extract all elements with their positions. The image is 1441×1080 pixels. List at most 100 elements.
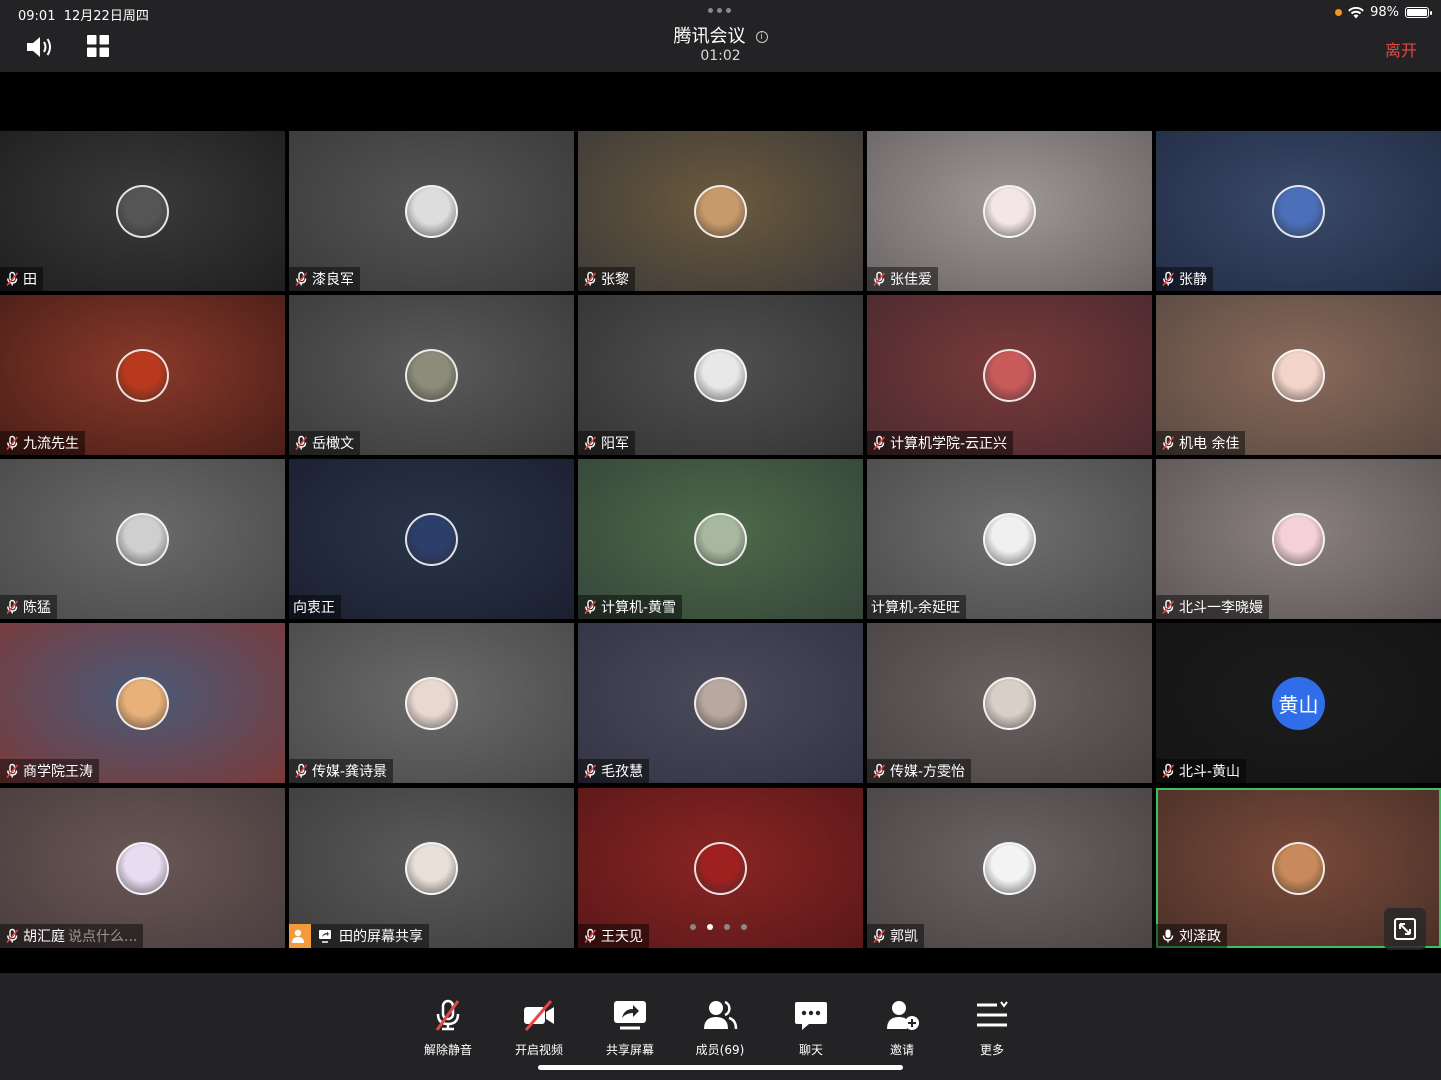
participant-name: 张佳爱 <box>890 272 932 288</box>
avatar <box>694 677 747 730</box>
unmute-button[interactable]: 解除静音 <box>408 997 488 1058</box>
mic-in-use-indicator <box>1335 9 1343 16</box>
participant-tile[interactable]: 田 <box>0 131 285 291</box>
page-dot[interactable] <box>690 924 696 930</box>
share-screen-button[interactable]: 共享屏幕 <box>590 997 670 1058</box>
mic-muted-icon <box>582 599 598 615</box>
participant-tile[interactable]: 胡汇庭 说点什么... <box>0 788 285 948</box>
participant-tile[interactable]: 北斗一李晓嫚 <box>1156 459 1441 619</box>
participant-tile[interactable]: 传媒-方雯怡 <box>867 623 1152 783</box>
participant-tile[interactable]: 阳军 <box>578 295 863 455</box>
mic-muted-icon <box>582 271 598 287</box>
avatar <box>1272 185 1325 238</box>
participant-tile[interactable]: 计算机-余延旺 <box>867 459 1152 619</box>
avatar <box>405 513 458 566</box>
participant-name-bar: 向衷正 <box>289 595 341 619</box>
participant-name-bar: 毛孜慧 <box>578 759 649 783</box>
participant-name-bar: 计算机-余延旺 <box>867 595 967 619</box>
avatar <box>116 185 169 238</box>
participant-name: 田 <box>23 272 37 288</box>
start-video-button[interactable]: 开启视频 <box>499 997 579 1058</box>
more-button[interactable]: 更多 <box>952 997 1032 1058</box>
participant-name-bar: 阳军 <box>578 431 635 455</box>
avatar <box>116 349 169 402</box>
chat-icon <box>795 1002 827 1030</box>
participant-tile[interactable]: 九流先生 <box>0 295 285 455</box>
avatar <box>983 513 1036 566</box>
participant-tile[interactable]: 张静 <box>1156 131 1441 291</box>
page-dot[interactable] <box>724 924 730 930</box>
meeting-title-area[interactable]: 腾讯会议 i <box>0 22 1441 48</box>
participant-name-bar: 北斗一李晓嫚 <box>1156 595 1269 619</box>
participant-tile[interactable]: 郭凯 <box>867 788 1152 948</box>
avatar <box>983 185 1036 238</box>
page-indicator[interactable] <box>690 924 747 930</box>
participant-tile[interactable]: 计算机学院-云正兴 <box>867 295 1152 455</box>
fullscreen-icon[interactable] <box>1384 908 1426 950</box>
invite-label: 邀请 <box>889 1043 914 1057</box>
status-indicators: 98% <box>1335 5 1432 20</box>
mic-muted-icon <box>1160 763 1176 779</box>
mic-muted-icon <box>1160 271 1176 287</box>
participant-tile[interactable]: 陈猛 <box>0 459 285 619</box>
participant-name: 陈猛 <box>23 600 51 616</box>
participant-tile[interactable]: 向衷正 <box>289 459 574 619</box>
participant-name-bar: 机电 余佳 <box>1156 431 1246 455</box>
participant-tile[interactable]: 传媒-龚诗景 <box>289 623 574 783</box>
more-icon <box>977 1001 1008 1027</box>
leave-button[interactable]: 离开 <box>1385 37 1417 61</box>
avatar <box>983 842 1036 895</box>
avatar <box>694 513 747 566</box>
info-icon[interactable]: i <box>755 31 768 43</box>
participant-name-bar: 张佳爱 <box>867 267 938 291</box>
mic-on-icon <box>1160 928 1176 944</box>
participant-name: 北斗-黄山 <box>1179 764 1241 780</box>
avatar <box>694 349 747 402</box>
participant-name-bar: 张静 <box>1156 267 1213 291</box>
participant-name: 计算机-余延旺 <box>871 600 961 616</box>
participant-name: 张静 <box>1179 272 1207 288</box>
chat-button[interactable]: 聊天 <box>771 997 851 1058</box>
participant-name: 阳军 <box>601 436 629 452</box>
participant-name-bar: 胡汇庭 说点什么... <box>0 924 144 948</box>
page-dot[interactable] <box>707 924 713 930</box>
participant-tile[interactable]: 漆良军 <box>289 131 574 291</box>
home-indicator[interactable] <box>538 1065 903 1070</box>
invite-icon <box>887 1001 919 1030</box>
page-dot[interactable] <box>741 924 747 930</box>
participant-tile[interactable]: 商学院王涛 <box>0 623 285 783</box>
participant-tile[interactable]: 黄山 北斗-黄山 <box>1156 623 1441 783</box>
participant-tile[interactable]: 岳橄文 <box>289 295 574 455</box>
participant-name-bar: 传媒-龚诗景 <box>289 759 394 783</box>
mic-muted-icon <box>871 763 887 779</box>
participant-tile[interactable]: 张佳爱 <box>867 131 1152 291</box>
participant-name-bar: 岳橄文 <box>289 431 360 455</box>
avatar <box>1272 513 1325 566</box>
participant-tile[interactable]: 毛孜慧 <box>578 623 863 783</box>
invite-button[interactable]: 邀请 <box>862 997 942 1058</box>
participant-name: 计算机学院-云正兴 <box>890 436 1008 452</box>
multitask-handle[interactable] <box>708 8 731 13</box>
chat-input-hint[interactable]: 说点什么... <box>68 926 137 946</box>
participant-name: 郭凯 <box>890 929 918 945</box>
avatar <box>405 185 458 238</box>
meeting-header: 09:01 12月22日周四 98% 腾讯会议 i 01:02 离开 <box>0 0 1441 72</box>
wifi-icon <box>1348 6 1364 18</box>
mic-muted-icon <box>1160 435 1176 451</box>
mic-muted-icon <box>4 271 20 287</box>
participant-name: 九流先生 <box>23 436 79 452</box>
participant-tile[interactable]: 计算机-黄雪 <box>578 459 863 619</box>
members-button[interactable]: 成员(69) <box>680 997 760 1058</box>
chat-label: 聊天 <box>798 1043 823 1057</box>
mic-muted-icon <box>4 435 20 451</box>
avatar <box>1272 349 1325 402</box>
participant-tile[interactable]: 张黎 <box>578 131 863 291</box>
participant-tile[interactable]: 机电 余佳 <box>1156 295 1441 455</box>
avatar <box>1272 842 1325 895</box>
participant-tile[interactable]: 田的屏幕共享 <box>289 788 574 948</box>
avatar <box>116 513 169 566</box>
participant-name-bar: 王天见 <box>578 924 649 948</box>
mic-muted-icon <box>4 599 20 615</box>
mic-muted-icon <box>1160 599 1176 615</box>
avatar <box>694 842 747 895</box>
